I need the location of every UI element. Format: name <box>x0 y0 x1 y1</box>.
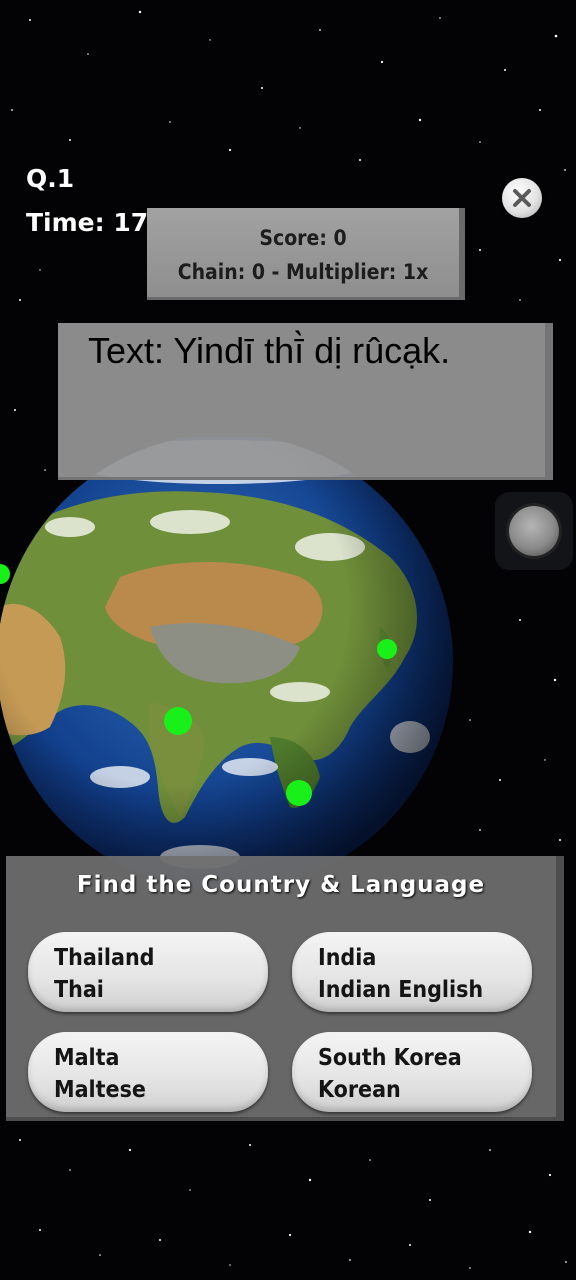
answer-button-malta[interactable]: Malta Maltese <box>28 1032 268 1112</box>
answer-language: Indian English <box>318 977 484 1003</box>
globe-marker-europe <box>0 564 10 584</box>
answer-button-south-korea[interactable]: South Korea Korean <box>292 1032 532 1112</box>
globe-marker-japan <box>377 639 397 659</box>
timer-label: Time: <box>26 208 105 237</box>
answer-button-thailand[interactable]: Thailand Thai <box>28 932 268 1012</box>
globe[interactable] <box>0 434 460 890</box>
close-button[interactable] <box>502 178 542 218</box>
chain-multiplier-text: Chain: 0 - Multiplier: 1x <box>177 260 429 284</box>
question-number: Q.1 <box>26 164 75 193</box>
question-text: Text: Yindī thī̀ dị rûcạk. <box>88 330 451 371</box>
hint-button[interactable] <box>495 492 573 570</box>
timer: Time: 17 <box>26 208 148 237</box>
globe-marker-india <box>164 707 192 735</box>
answer-country: India <box>318 945 377 971</box>
answer-language: Maltese <box>54 1077 146 1103</box>
score-text: Score: 0 <box>259 226 347 250</box>
hint-knob-icon <box>509 506 559 556</box>
close-icon <box>513 189 531 207</box>
timer-value: 17 <box>113 208 149 237</box>
globe-graphic <box>0 434 453 890</box>
score-panel: Score: 0 Chain: 0 - Multiplier: 1x <box>147 208 465 300</box>
answer-country: South Korea <box>318 1045 462 1071</box>
answer-language: Korean <box>318 1077 401 1103</box>
question-panel: Text: Yindī thī̀ dị rûcạk. <box>58 323 553 480</box>
answer-panel-title: Find the Country & Language <box>76 872 486 898</box>
answer-country: Malta <box>54 1045 120 1071</box>
answer-panel: Find the Country & Language Thailand Tha… <box>6 856 564 1121</box>
globe-marker-thailand <box>286 780 312 806</box>
answer-language: Thai <box>54 977 104 1003</box>
answer-button-india[interactable]: India Indian English <box>292 932 532 1012</box>
answer-country: Thailand <box>54 945 155 971</box>
